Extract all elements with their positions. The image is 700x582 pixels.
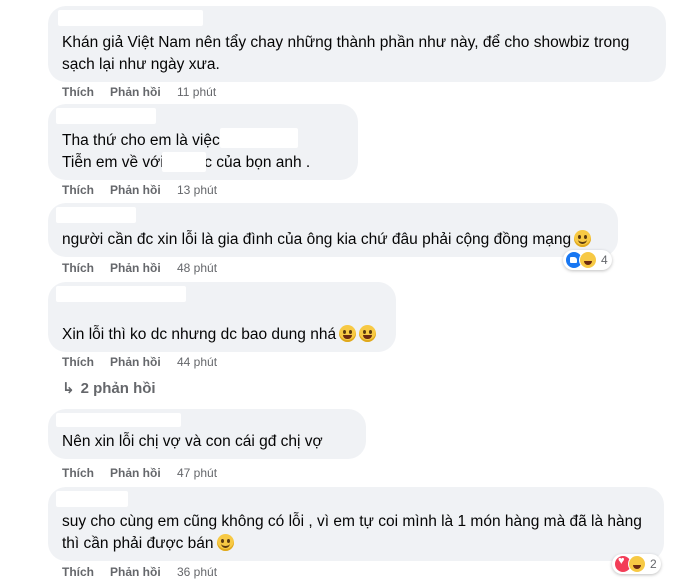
comment-text-line: Xin lỗi thì ko dc nhưng dc bao dung nhá (62, 324, 382, 346)
reply-link[interactable]: Phản hồi (110, 565, 161, 579)
comment-text: Xin lỗi thì ko dc nhưng dc bao dung nhá (62, 326, 337, 343)
redacted-author-name (58, 10, 203, 26)
reply-link[interactable]: Phản hồi (110, 466, 161, 480)
redacted-author-name (56, 108, 156, 124)
redacted-author-name (56, 207, 136, 223)
redacted-text (162, 152, 206, 172)
reply-arrow-icon: ↳ (62, 380, 75, 397)
redacted-text (220, 128, 298, 148)
like-link[interactable]: Thích (62, 183, 94, 197)
comment-text: người cần đc xin lỗi là gia đình của ông… (62, 231, 572, 248)
comment-bubble: suy cho cùng em cũng không có lỗi , vì e… (48, 487, 664, 561)
redacted-author-name (56, 491, 128, 507)
view-replies-link[interactable]: ↳ 2 phản hồi (62, 380, 156, 398)
reaction-count: 2 (650, 557, 657, 571)
haha-reaction-icon (579, 251, 597, 269)
comment-bubble: Khán giả Việt Nam nên tẩy chay những thà… (48, 6, 666, 82)
comment-timestamp[interactable]: 13 phút (177, 183, 217, 197)
reaction-summary[interactable]: 2 (612, 554, 661, 574)
like-link[interactable]: Thích (62, 565, 94, 579)
haha-reaction-icon (628, 555, 646, 573)
reply-link[interactable]: Phản hồi (110, 355, 161, 369)
comment-bubble: người cần đc xin lỗi là gia đình của ông… (48, 203, 618, 257)
reply-link[interactable]: Phản hồi (110, 261, 161, 275)
reaction-count: 4 (601, 253, 608, 267)
laugh-icon (339, 325, 357, 342)
smile-icon (216, 534, 234, 551)
comment-text-line: suy cho cùng em cũng không có lỗi , vì e… (62, 513, 642, 530)
comment-timestamp[interactable]: 48 phút (177, 261, 217, 275)
comment-bubble: Nên xin lỗi chị vợ và con cái gđ chị vợ (48, 409, 366, 459)
comment-timestamp[interactable]: 11 phút (177, 85, 216, 99)
like-link[interactable]: Thích (62, 355, 94, 369)
comment-timestamp[interactable]: 47 phút (177, 466, 217, 480)
comment-timestamp[interactable]: 36 phút (177, 565, 217, 579)
reply-link[interactable]: Phản hồi (110, 183, 161, 197)
laugh-icon (359, 325, 377, 342)
view-replies-label: 2 phản hồi (80, 380, 156, 397)
comment-text-line: thì cần phải được bán (62, 533, 650, 555)
like-link[interactable]: Thích (62, 85, 94, 99)
comment-text-line: Nên xin lỗi chị vợ và con cái gđ chị vợ (62, 433, 323, 450)
reply-link[interactable]: Phản hồi (110, 85, 161, 99)
comment-text-line: Tha thứ cho em là việc (62, 132, 220, 149)
like-link[interactable]: Thích (62, 261, 94, 275)
reaction-summary[interactable]: 4 (563, 250, 612, 270)
redacted-author-name (56, 286, 186, 302)
like-link[interactable]: Thích (62, 466, 94, 480)
comment-text-line: sạch lại như ngày xưa. (62, 56, 220, 73)
comment-text-line: người cần đc xin lỗi là gia đình của ông… (62, 229, 604, 251)
redacted-author-name (56, 413, 181, 427)
comment-bubble: Xin lỗi thì ko dc nhưng dc bao dung nhá (48, 282, 396, 352)
comment-text-line: Khán giả Việt Nam nên tẩy chay những thà… (62, 34, 630, 51)
comment-bubble: Tha thứ cho em là việc Tiễn em về với là… (48, 104, 358, 180)
smile-icon (574, 230, 592, 247)
comment-timestamp[interactable]: 44 phút (177, 355, 217, 369)
comment-text: thì cần phải được bán (62, 535, 214, 552)
